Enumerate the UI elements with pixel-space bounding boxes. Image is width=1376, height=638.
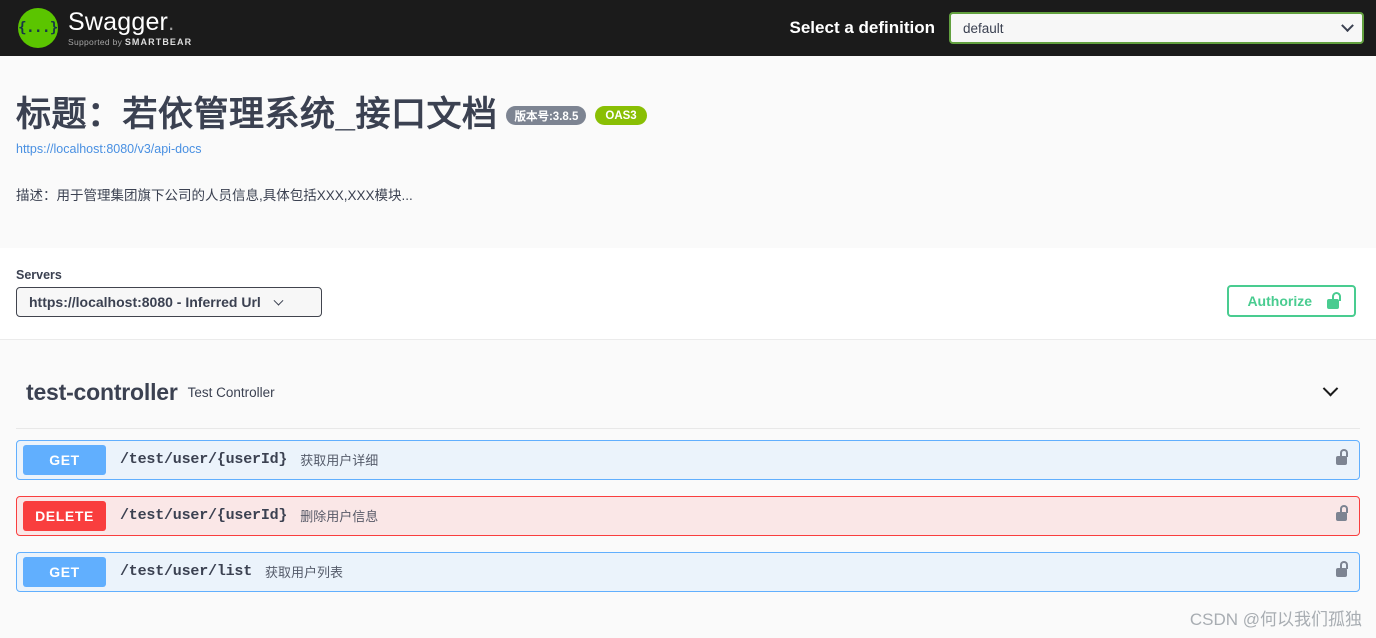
operation-row[interactable]: DELETE /test/user/{userId} 删除用户信息	[16, 495, 1360, 536]
servers-block: Servers https://localhost:8080 - Inferre…	[0, 247, 1376, 340]
operations-area: test-controller Test Controller GET /tes…	[0, 339, 1376, 592]
authorization-lock[interactable]	[1335, 561, 1348, 582]
server-select[interactable]: https://localhost:8080 - Inferred Url	[16, 286, 322, 317]
operation-summary: 删除用户信息	[300, 509, 379, 525]
brand-text: Swagger. Supported by SMARTBEAR	[68, 7, 193, 47]
operation-path: /test/user/list	[120, 563, 253, 581]
authorize-wrap: Authorize	[1227, 284, 1376, 317]
operation-method-badge: GET	[23, 556, 106, 587]
unlock-icon	[1335, 505, 1348, 522]
oas-badge: OAS3	[595, 106, 647, 125]
authorization-lock[interactable]	[1335, 505, 1348, 526]
unlock-icon	[1335, 561, 1348, 578]
brand-subtitle: Supported by SMARTBEAR	[68, 36, 193, 47]
api-info-block: 标题：若依管理系统_接口文档 版本号:3.8.5 OAS3 https://lo…	[0, 56, 1376, 248]
chevron-down-icon	[273, 294, 284, 310]
brand-name-dot: .	[168, 9, 175, 35]
version-badge: 版本号:3.8.5	[506, 106, 587, 125]
watermark: CSDN @何以我们孤独	[1189, 610, 1362, 629]
operations-list: GET /test/user/{userId} 获取用户详细 DELETE /t…	[16, 427, 1360, 592]
authorization-lock[interactable]	[1335, 449, 1348, 470]
brand-name: Swagger.	[68, 7, 192, 36]
chevron-down-icon[interactable]	[1322, 380, 1339, 402]
operation-method-badge: GET	[23, 444, 106, 475]
chevron-down-icon	[1341, 18, 1354, 36]
api-title-row: 标题：若依管理系统_接口文档 版本号:3.8.5 OAS3	[16, 95, 1360, 135]
brand-subtitle-company: SMARTBEAR	[124, 36, 193, 47]
operation-summary: 获取用户列表	[265, 565, 344, 581]
authorize-button[interactable]: Authorize	[1227, 284, 1356, 317]
operation-row[interactable]: GET /test/user/list 获取用户列表	[16, 551, 1360, 592]
top-bar: {...} Swagger. Supported by SMARTBEAR Se…	[0, 0, 1376, 56]
operation-method-badge: DELETE	[23, 500, 106, 531]
tag-header-test-controller[interactable]: test-controller Test Controller	[0, 370, 1376, 416]
unlock-icon	[1335, 449, 1348, 466]
brand-subtitle-prefix: Supported by	[68, 36, 125, 47]
swagger-logo[interactable]: {...} Swagger. Supported by SMARTBEAR	[18, 8, 192, 48]
tag-description: Test Controller	[187, 385, 275, 401]
unlock-icon	[1326, 292, 1341, 310]
definition-select-value: default	[963, 20, 1004, 36]
servers-left: Servers https://localhost:8080 - Inferre…	[0, 268, 322, 317]
servers-label: Servers	[16, 267, 62, 282]
operation-row[interactable]: GET /test/user/{userId} 获取用户详细	[16, 439, 1360, 480]
swagger-logo-icon: {...}	[18, 8, 58, 48]
authorize-button-label: Authorize	[1247, 292, 1312, 309]
server-select-value: https://localhost:8080 - Inferred Url	[29, 293, 261, 310]
tag-name: test-controller	[26, 379, 178, 406]
api-description: 描述：用于管理集团旗下公司的人员信息,具体包括XXX,XXX模块...	[16, 187, 413, 203]
api-info-wrap: 标题：若依管理系统_接口文档 版本号:3.8.5 OAS3 https://lo…	[0, 95, 1376, 206]
brand-name-text: Swagger	[68, 7, 169, 36]
operation-path: /test/user/{userId}	[120, 507, 288, 525]
api-docs-link[interactable]: https://localhost:8080/v3/api-docs	[16, 142, 1360, 156]
operation-path: /test/user/{userId}	[120, 451, 288, 469]
definition-label: Select a definition	[789, 18, 935, 37]
page-title: 标题：若依管理系统_接口文档	[16, 95, 498, 134]
definition-selector-group: Select a definition default	[790, 12, 1364, 44]
definition-select[interactable]: default	[949, 12, 1364, 44]
braces-icon: {...}	[18, 20, 58, 36]
operation-summary: 获取用户详细	[300, 453, 379, 469]
